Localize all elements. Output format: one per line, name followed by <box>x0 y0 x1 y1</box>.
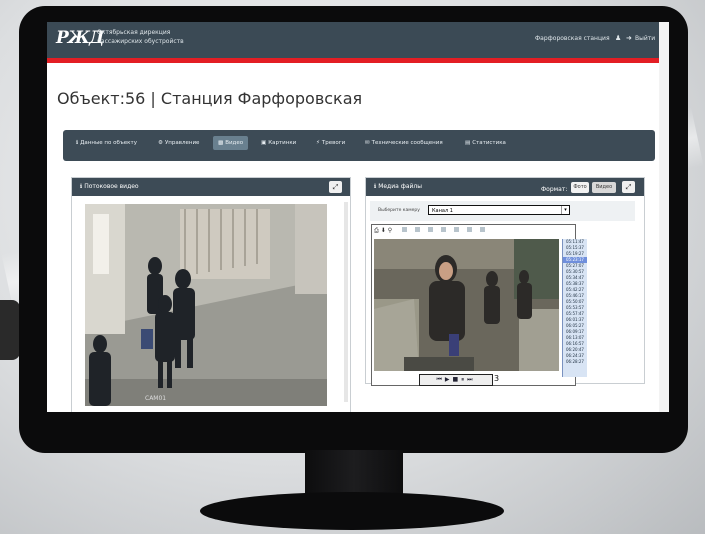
tab-statistics[interactable]: ▤ Статистика <box>465 140 506 146</box>
exit-icon[interactable]: ➜ <box>626 34 632 42</box>
info-icon: ℹ <box>76 140 79 146</box>
skip-forward-icon[interactable]: ⏭ <box>467 376 475 383</box>
tab-bar: ℹ Данные по объекту ⚙ Управление ▩ Видео ▣ К… <box>63 130 655 161</box>
panel-header: ℹ Потоковое видео ⤢ <box>72 178 350 196</box>
user-icon: ♟ <box>615 34 622 42</box>
camera-select[interactable]: Канал 1 ▾ <box>428 205 570 215</box>
gear-icon: ⚙ <box>158 140 163 146</box>
tab-tech-messages[interactable]: ✉ Технические сообщения <box>365 140 443 146</box>
chart-icon: ▤ <box>465 140 471 146</box>
streaming-video-panel: ℹ Потоковое видео ⤢ CAM01 <box>71 177 351 412</box>
timestamp-list[interactable]: 05:11:47 05:15:37 05:19:27 05:23:17 05:27:07… <box>562 239 587 377</box>
format-label: Формат: <box>541 186 568 193</box>
tab-label: Картинки <box>268 140 297 146</box>
tab-pictures[interactable]: ▣ Картинки <box>261 140 296 146</box>
background-shape <box>0 300 20 360</box>
video-frame-svg <box>374 239 559 371</box>
org-name-line2: пассажирских обустройств <box>97 38 184 45</box>
playback-controls: ⏮▶■⏸⏭ <box>419 374 493 386</box>
tab-label: Данные по объекту <box>80 140 137 146</box>
recorded-video-frame[interactable] <box>374 239 559 371</box>
panel-title: ℹ Медиа файлы <box>374 183 422 190</box>
logout-link[interactable]: Выйти <box>635 35 655 42</box>
page-scrollbar[interactable] <box>659 22 669 412</box>
panel-title: ℹ Потоковое видео <box>80 183 139 190</box>
camera-select-bar: Выберите камеру Канал 1 ▾ <box>370 201 635 221</box>
camera-stream-image[interactable]: CAM01 <box>85 204 327 406</box>
bolt-icon: ⚡ <box>316 140 320 146</box>
tab-label: Управление <box>164 140 200 146</box>
tab-alarms[interactable]: ⚡ Тревоги <box>316 140 345 146</box>
skip-back-icon[interactable]: ⏮ <box>436 376 444 383</box>
image-icon: ▣ <box>261 140 267 146</box>
save-icon[interactable]: ⬇ <box>381 227 386 234</box>
zoom-icon[interactable]: ⚲ <box>388 227 392 234</box>
panel-header: ℹ Медиа файлы Формат: Фото Видео ⤢ <box>366 178 644 196</box>
camera-icon: ▩ <box>218 140 224 146</box>
app-header: РЖД Октябрьская дирекция пассажирских об… <box>47 22 669 58</box>
toolbar-slot <box>454 227 460 232</box>
stop-icon[interactable]: ■ <box>452 376 461 383</box>
stream-frame-svg: CAM01 <box>85 204 327 406</box>
timestamp-item[interactable]: 06:28:27 <box>563 359 587 365</box>
toolbar-slot <box>480 227 486 232</box>
annotation-number: 3 <box>494 374 500 383</box>
expand-icon[interactable]: ⤢ <box>622 181 635 193</box>
print-icon[interactable]: ⎙ <box>374 227 379 234</box>
format-photo-button[interactable]: Фото <box>571 182 589 193</box>
tab-object-data[interactable]: ℹ Данные по объекту <box>76 140 137 146</box>
monitor-screen: РЖД Октябрьская дирекция пассажирских об… <box>47 22 669 412</box>
toolbar-slot <box>428 227 434 232</box>
toolbar-slot <box>441 227 447 232</box>
tab-label: Видео <box>225 140 244 146</box>
panel-scrollbar[interactable] <box>344 202 348 402</box>
station-user-link[interactable]: Фарфоровская станция <box>535 35 610 42</box>
org-name-line1: Октябрьская дирекция <box>97 29 171 36</box>
chevron-down-icon: ▾ <box>561 206 569 214</box>
tab-label: Тревоги <box>321 140 346 146</box>
svg-text:CAM01: CAM01 <box>145 395 166 402</box>
tab-label: Технические сообщения <box>371 140 443 146</box>
tab-label: Статистика <box>472 140 506 146</box>
media-files-panel: ℹ Медиа файлы Формат: Фото Видео ⤢ Выбер… <box>365 177 645 386</box>
monitor-stand-base <box>200 492 504 530</box>
camera-select-value: Канал 1 <box>432 208 453 214</box>
expand-icon[interactable]: ⤢ <box>329 181 342 193</box>
toolbar-slot <box>467 227 473 232</box>
tab-video[interactable]: ▩ Видео <box>213 136 249 150</box>
camera-select-label: Выберите камеру <box>378 208 420 213</box>
format-video-button[interactable]: Видео <box>592 182 616 193</box>
header-accent-line <box>47 58 669 63</box>
message-icon: ✉ <box>365 140 370 146</box>
player-toolbar: ⎙ ⬇ ⚲ <box>374 227 570 237</box>
toolbar-slot <box>415 227 421 232</box>
toolbar-slot <box>402 227 408 232</box>
page-title: Объект:56 | Станция Фарфоровская <box>57 89 363 108</box>
tab-control[interactable]: ⚙ Управление <box>158 140 199 146</box>
video-player: ⎙ ⬇ ⚲ 05:11:47 05:15:37 05:19:27 05:23:1… <box>371 224 587 386</box>
